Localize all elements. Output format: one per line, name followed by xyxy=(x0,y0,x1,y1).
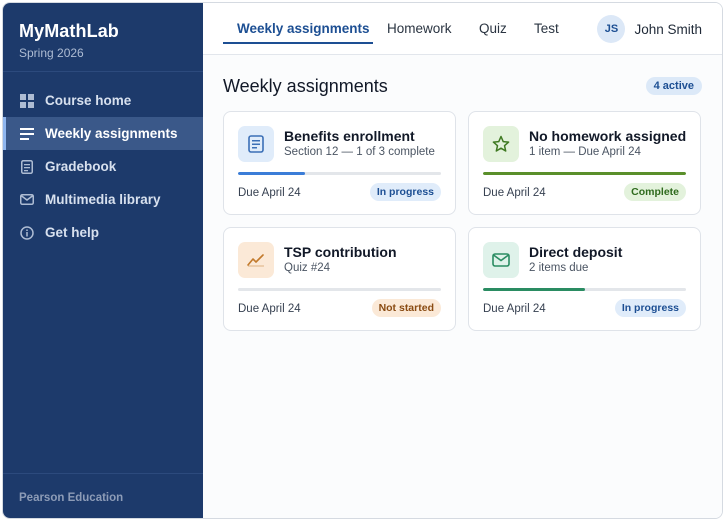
sidebar-item-label: Multimedia library xyxy=(45,192,161,207)
user-name: John Smith xyxy=(634,21,702,37)
sidebar-item-label: Gradebook xyxy=(45,159,117,174)
card-title: Direct deposit xyxy=(529,244,623,260)
page-title: Weekly assignments xyxy=(223,75,388,96)
brand-subtitle: Spring 2026 xyxy=(19,46,84,60)
info-icon xyxy=(19,225,34,240)
progress-bar xyxy=(238,172,441,175)
topbar: Weekly assignments Homework Quiz Test JS… xyxy=(203,3,722,55)
brand-title: MyMathLab xyxy=(19,21,119,41)
page-header: Weekly assignments 4 active xyxy=(223,73,702,99)
sidebar-item-label: Get help xyxy=(45,225,100,240)
due-date: Due April 24 xyxy=(483,303,546,315)
card-title: TSP contribution xyxy=(284,244,397,260)
tab-test[interactable]: Test xyxy=(534,21,559,36)
main-area: Weekly assignments Homework Quiz Test JS… xyxy=(203,3,722,518)
envelope-icon xyxy=(483,242,519,278)
sidebar-item-multimedia-library[interactable]: Multimedia library xyxy=(3,183,203,216)
sidebar-nav: Course home Weekly assignments Gradebook… xyxy=(3,84,203,249)
sidebar-item-course-home[interactable]: Course home xyxy=(3,84,203,117)
tab-quiz[interactable]: Quiz xyxy=(479,21,507,36)
document-icon xyxy=(19,159,34,174)
card-title: No homework assigned xyxy=(529,128,687,144)
sidebar-item-label: Course home xyxy=(45,93,132,108)
status-badge: In progress xyxy=(369,183,441,201)
assignment-card[interactable]: TSP contribution Quiz #24 Due April 24 N… xyxy=(223,227,456,331)
star-icon xyxy=(483,126,519,162)
assignment-card[interactable]: No homework assigned 1 item — Due April … xyxy=(468,111,701,215)
progress-fill xyxy=(483,288,585,291)
sidebar: MyMathLab Spring 2026 Course home Weekly… xyxy=(3,3,203,518)
status-badge: Not started xyxy=(371,299,441,317)
card-subtitle: 2 items due xyxy=(529,262,589,274)
card-subtitle: Section 12 — 1 of 3 complete xyxy=(284,146,435,158)
sidebar-item-label: Weekly assignments xyxy=(45,126,178,141)
active-count-badge: 4 active xyxy=(645,77,702,95)
card-subtitle: 1 item — Due April 24 xyxy=(529,146,641,158)
user-menu[interactable]: JS John Smith xyxy=(597,15,702,43)
active-tab-indicator xyxy=(223,42,373,44)
grid-icon xyxy=(19,93,34,108)
sidebar-item-weekly-assignments[interactable]: Weekly assignments xyxy=(3,117,203,150)
card-title: Benefits enrollment xyxy=(284,128,415,144)
brand: MyMathLab Spring 2026 xyxy=(3,3,203,72)
progress-bar xyxy=(483,288,686,291)
sidebar-item-gradebook[interactable]: Gradebook xyxy=(3,150,203,183)
due-date: Due April 24 xyxy=(483,187,546,199)
content: Weekly assignments 4 active Benefits enr… xyxy=(223,73,702,341)
document-icon xyxy=(238,126,274,162)
status-badge: In progress xyxy=(614,299,686,317)
progress-fill xyxy=(238,172,305,175)
due-date: Due April 24 xyxy=(238,187,301,199)
assignment-grid: Benefits enrollment Section 12 — 1 of 3 … xyxy=(223,111,702,341)
due-date: Due April 24 xyxy=(238,303,301,315)
envelope-icon xyxy=(19,192,34,207)
assignment-card[interactable]: Direct deposit 2 items due Due April 24 … xyxy=(468,227,701,331)
list-icon xyxy=(19,126,34,141)
tab-weekly-assignments[interactable]: Weekly assignments xyxy=(237,21,370,36)
chart-line-icon xyxy=(238,242,274,278)
avatar: JS xyxy=(597,15,626,43)
status-badge: Complete xyxy=(624,183,686,201)
tab-homework[interactable]: Homework xyxy=(387,21,452,36)
progress-bar xyxy=(483,172,686,175)
app-window: MyMathLab Spring 2026 Course home Weekly… xyxy=(2,2,723,519)
assignment-card[interactable]: Benefits enrollment Section 12 — 1 of 3 … xyxy=(223,111,456,215)
progress-fill xyxy=(483,172,686,175)
progress-bar xyxy=(238,288,441,291)
card-subtitle: Quiz #24 xyxy=(284,262,331,274)
sidebar-footer: Pearson Education xyxy=(3,473,203,518)
sidebar-item-get-help[interactable]: Get help xyxy=(3,216,203,249)
